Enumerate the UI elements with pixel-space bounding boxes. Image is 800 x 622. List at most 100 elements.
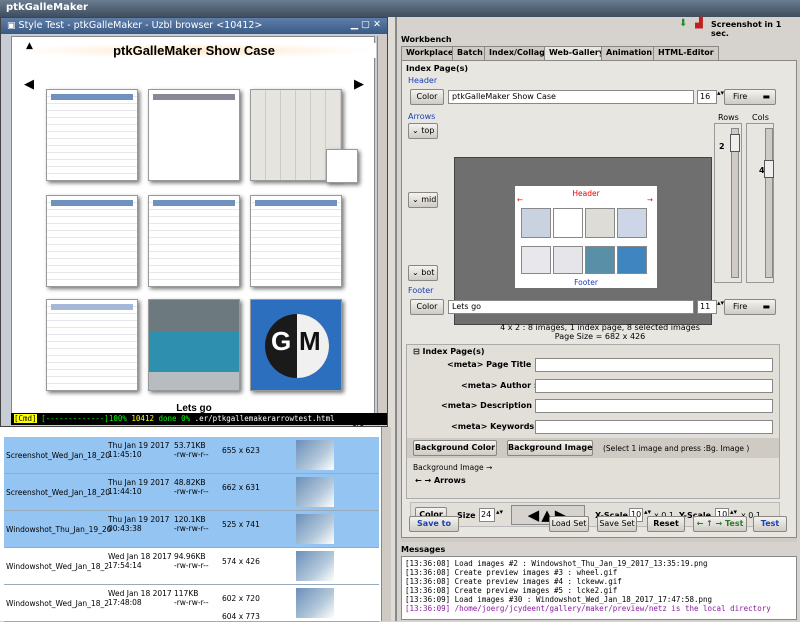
header-font-button[interactable]: Fire ▬ (724, 89, 776, 105)
arrow-top-label: top (421, 126, 435, 135)
window-menu-icon[interactable]: ▣ (7, 21, 16, 31)
gallery-thumb-gm-logo[interactable]: G M (250, 299, 342, 391)
preview-thumb (585, 208, 615, 238)
test-button[interactable]: Test (753, 516, 787, 532)
tab-html-editor[interactable]: HTML-Editor (653, 46, 719, 60)
file-name: Screenshot_Wed_Jan_18_20 (6, 451, 110, 460)
save-to-button[interactable]: Save to (409, 516, 459, 532)
table-row[interactable]: Screenshot_Wed_Jan_18_20 Thu Jan 19 2017 1… (4, 437, 379, 474)
background-hint: (Select 1 image and press :Bg. Image ) (603, 444, 750, 453)
file-thumbnail[interactable] (296, 440, 334, 470)
gallery-thumb[interactable] (326, 149, 358, 183)
table-row[interactable]: Windowshot_Thu_Jan_19_20 Thu Jan 19 2017 0… (4, 511, 379, 548)
status-url: .er/ptkgallemakerarrowtest.html (194, 414, 335, 423)
arrow-next-icon[interactable]: ▶ (354, 77, 364, 92)
rows-value: 2 (719, 142, 725, 151)
background-color-button[interactable]: Background Color (413, 440, 497, 456)
gallery-thumb[interactable] (148, 195, 240, 287)
file-time: 11:44:10 (108, 487, 142, 496)
footer-section-label: Footer (408, 286, 434, 295)
test-arrows-button[interactable]: ← ↑ → Test (693, 516, 747, 532)
header-text-input[interactable]: ptkGalleMaker Show Case (448, 90, 694, 104)
message-line: [13:36:09] /home/joerg/jcydeent/gallery/… (405, 604, 771, 613)
reset-button[interactable]: Reset (647, 516, 685, 532)
file-thumbnail[interactable] (296, 477, 334, 507)
gallery-thumb[interactable] (46, 195, 138, 287)
preview-thumb (553, 246, 583, 274)
uzbl-status-bar: [Cmd] [-------------]100% 10412 done 0% … (11, 413, 387, 425)
table-row[interactable]: Windowshot_Wed_Jan_18_2 Wed Jan 18 2017 17… (4, 548, 379, 585)
download-icon[interactable]: ⬇ (679, 18, 687, 29)
arrow-mid-button[interactable]: ⌄ mid (408, 192, 438, 208)
index-section-toggle[interactable]: ⊟ Index Page(s) (413, 347, 485, 356)
footer-size-spinner[interactable]: ▴▾ (717, 299, 724, 307)
tab-batch[interactable]: Batch (452, 46, 488, 60)
meta-keywords-input[interactable] (535, 420, 773, 434)
file-size: 48.82KB (174, 478, 206, 487)
file-thumbnail[interactable] (296, 551, 334, 581)
footer-size-input[interactable]: 11 (697, 300, 717, 314)
meta-title-input[interactable] (535, 358, 773, 372)
dropdown-icon: ▬ (762, 302, 770, 311)
gallery-thumb[interactable] (148, 89, 240, 181)
tab-web-gallery[interactable]: Web-Gallery (544, 46, 610, 61)
message-line: [13:36:08] Create preview images #3 : wh… (405, 568, 618, 577)
rows-label: Rows (718, 113, 739, 122)
file-table-scrollbar[interactable] (381, 427, 391, 621)
meta-keywords-label: <meta> Keywords : (451, 422, 541, 431)
table-row[interactable]: Screenshot_Wed_Jan_18_20 Thu Jan 19 2017 1… (4, 474, 379, 511)
file-thumbnail[interactable] (296, 514, 334, 544)
header-size-input[interactable]: 16 (697, 90, 717, 104)
footer-text-input[interactable]: Lets go (448, 300, 694, 314)
status-percent: 0% (181, 414, 191, 423)
file-dimensions: 662 x 631 (222, 483, 260, 492)
background-image-button[interactable]: Background Image (507, 440, 593, 456)
status-done: done (158, 414, 177, 423)
tab-workplace[interactable]: Workplace (401, 46, 459, 60)
uzbl-title: Style Test - ptkGalleMaker - Uzbl browse… (18, 20, 263, 31)
gallery-thumb[interactable] (46, 89, 138, 181)
file-dimensions: 602 x 720 (222, 594, 260, 603)
gallery-thumb[interactable] (250, 195, 342, 287)
chart-icon[interactable]: ▟ (695, 18, 703, 29)
window-controls-icon[interactable]: ▁ ▢ ✕ (351, 19, 381, 30)
header-font-label: Fire (733, 92, 748, 101)
index-pages-section: ⊟ Index Page(s) <meta> Page Title : <met… (406, 344, 780, 499)
arrow-top-button[interactable]: ⌄ top (408, 123, 438, 139)
meta-description-input[interactable] (535, 399, 773, 413)
arrow-prev-icon[interactable]: ◀ (24, 77, 34, 92)
tab-animation[interactable]: Animation (601, 46, 658, 60)
file-name: Windowshot_Thu_Jan_19_20 (6, 525, 112, 534)
cols-slider-handle[interactable] (764, 160, 774, 178)
file-permissions: -rw-rw-r-- (174, 450, 209, 459)
file-thumbnail[interactable] (296, 588, 334, 618)
preview-header: Header (572, 189, 600, 198)
rows-slider-handle[interactable] (730, 134, 740, 152)
gallery-thumb[interactable] (46, 299, 138, 391)
save-set-button[interactable]: Save Set (597, 516, 637, 532)
gallery-thumb[interactable] (148, 299, 240, 391)
showcase-title: ptkGalleMaker Show Case (12, 43, 376, 58)
header-size-spinner[interactable]: ▴▾ (717, 89, 724, 97)
chevron-down-icon: ⌄ (412, 268, 419, 277)
file-permissions: -rw-rw-r-- (174, 561, 209, 570)
preview-arrow-left-icon: ← (517, 196, 523, 204)
meta-author-input[interactable] (535, 379, 773, 393)
file-date: Thu Jan 19 2017 (108, 515, 170, 524)
load-set-button[interactable]: Load Set (549, 516, 589, 532)
file-date: Thu Jan 19 2017 (108, 441, 170, 450)
message-line: [13:36:08] Create preview images #5 : lc… (405, 586, 618, 595)
table-row[interactable]: Windowshot_Wed_Jan_18_2 Wed Jan 18 2017 17… (4, 585, 379, 622)
uzbl-scrollbar[interactable] (377, 36, 387, 414)
arrow-bot-button[interactable]: ⌄ bot (408, 265, 438, 281)
header-color-button[interactable]: Color (410, 89, 444, 105)
main-window-title: ptkGalleMaker (0, 0, 800, 17)
meta-title-label: <meta> Page Title : (447, 360, 538, 369)
cols-slider[interactable]: 4 (746, 123, 774, 283)
rows-slider[interactable]: 2 (714, 123, 742, 283)
screenshot-timer-label[interactable]: Screenshot in 1 sec. (711, 20, 800, 38)
arrow-up-icon[interactable]: ▲ (26, 41, 33, 51)
footer-font-button[interactable]: Fire ▬ (724, 299, 776, 315)
footer-color-button[interactable]: Color (410, 299, 444, 315)
action-bar: Save to Load Set Save Set Reset ← ↑ → Te… (401, 513, 797, 535)
